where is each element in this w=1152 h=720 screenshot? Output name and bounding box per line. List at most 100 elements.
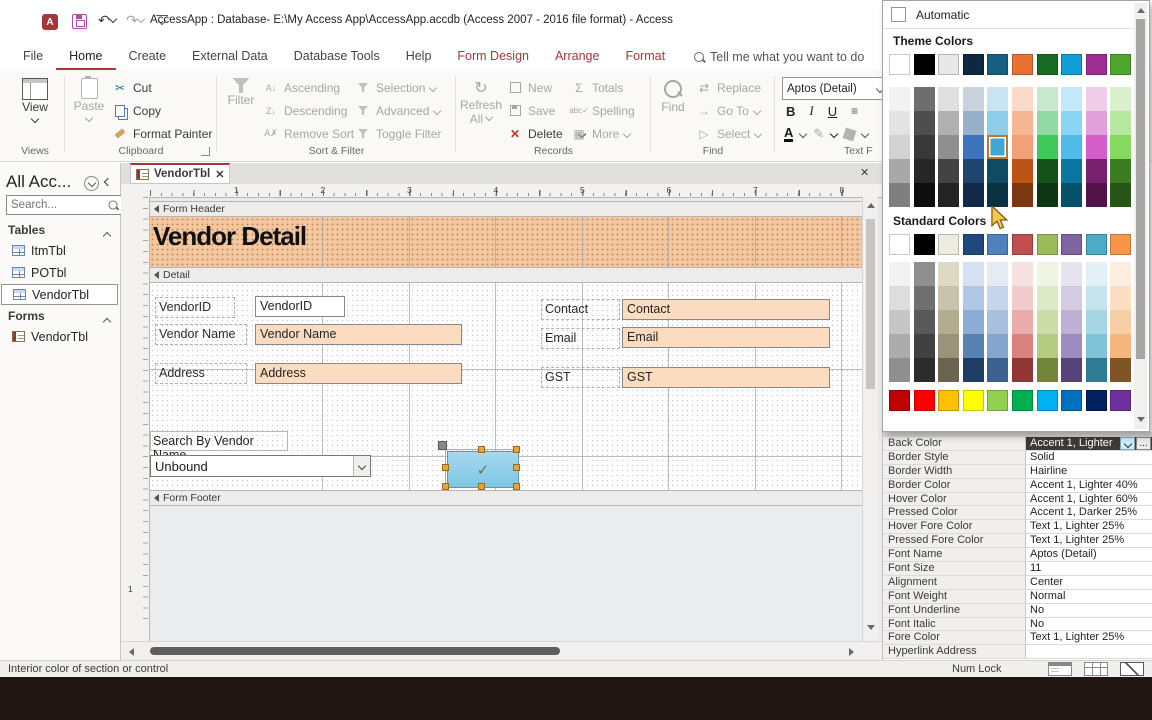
color-swatch[interactable] bbox=[1110, 310, 1132, 334]
property-value[interactable]: Accent 1, Lighter... bbox=[1025, 437, 1152, 451]
form-footer-section-bar[interactable]: Form Footer bbox=[150, 490, 862, 506]
color-swatch[interactable] bbox=[938, 310, 960, 334]
format-painter-button[interactable]: Format Painter bbox=[112, 122, 212, 145]
color-swatch[interactable] bbox=[1110, 262, 1132, 286]
color-swatch[interactable] bbox=[1110, 159, 1132, 183]
color-swatch[interactable] bbox=[962, 262, 984, 286]
sidebar-item-vendortbl[interactable]: VendorTbl bbox=[1, 284, 118, 305]
nav-group-forms[interactable]: Forms bbox=[8, 309, 45, 323]
italic-button[interactable]: I bbox=[809, 103, 813, 119]
color-swatch[interactable] bbox=[1085, 183, 1107, 207]
color-swatch[interactable] bbox=[913, 286, 935, 310]
property-row-fore-color[interactable]: Fore Color Text 1, Lighter 25% bbox=[883, 631, 1152, 646]
color-swatch[interactable] bbox=[889, 111, 910, 135]
color-swatch[interactable] bbox=[1110, 183, 1132, 207]
color-swatch[interactable] bbox=[913, 159, 935, 183]
color-swatch[interactable] bbox=[938, 159, 960, 183]
property-value[interactable]: No bbox=[1025, 603, 1152, 618]
property-row-pressed-color[interactable]: Pressed Color Accent 1, Darker 25% bbox=[883, 506, 1152, 521]
color-swatch[interactable] bbox=[962, 87, 984, 111]
shutter-bar-close-icon[interactable] bbox=[103, 177, 113, 191]
tell-me-box[interactable]: Tell me what you want to do bbox=[694, 44, 864, 70]
search-by-vendor-name-label[interactable]: Search By Vendor Name bbox=[150, 431, 288, 462]
sidebar-item-itmtbl[interactable]: ItmTbl bbox=[0, 240, 120, 261]
color-swatch[interactable] bbox=[913, 111, 935, 135]
color-swatch[interactable] bbox=[1011, 54, 1033, 75]
selection-handle[interactable] bbox=[513, 446, 520, 453]
property-row-border-style[interactable]: Border Style Solid bbox=[883, 450, 1152, 465]
color-swatch[interactable] bbox=[889, 310, 910, 334]
property-value[interactable]: Solid bbox=[1025, 450, 1152, 465]
color-swatch[interactable] bbox=[1011, 234, 1033, 255]
color-swatch[interactable] bbox=[1036, 334, 1058, 358]
color-swatch[interactable] bbox=[938, 54, 960, 75]
color-swatch[interactable] bbox=[987, 358, 1009, 382]
color-swatch[interactable] bbox=[913, 135, 935, 159]
color-swatch[interactable] bbox=[1110, 54, 1132, 75]
color-swatch[interactable] bbox=[962, 135, 984, 159]
field-textbox-vendorid[interactable]: VendorID bbox=[255, 296, 345, 317]
color-swatch[interactable] bbox=[1061, 111, 1083, 135]
color-swatch[interactable] bbox=[938, 183, 960, 207]
color-swatch[interactable] bbox=[1036, 54, 1058, 75]
color-swatch[interactable] bbox=[962, 390, 984, 411]
ribbon-tab-help[interactable]: Help bbox=[393, 44, 445, 70]
horizontal-scroll-thumb[interactable] bbox=[150, 647, 560, 655]
ribbon-tab-external-data[interactable]: External Data bbox=[179, 44, 281, 70]
vertical-scrollbar[interactable] bbox=[862, 197, 878, 641]
property-value[interactable]: No bbox=[1025, 617, 1152, 632]
underline-button[interactable]: U bbox=[828, 104, 837, 119]
color-swatch[interactable] bbox=[1011, 286, 1033, 310]
color-swatch[interactable] bbox=[962, 159, 984, 183]
color-swatch[interactable] bbox=[938, 286, 960, 310]
color-swatch[interactable] bbox=[889, 358, 910, 382]
color-swatch[interactable] bbox=[913, 358, 935, 382]
color-swatch[interactable] bbox=[938, 87, 960, 111]
color-swatch[interactable] bbox=[913, 390, 935, 411]
property-row-pressed-fore-color[interactable]: Pressed Fore Color Text 1, Lighter 25% bbox=[883, 534, 1152, 549]
color-swatch[interactable] bbox=[1085, 358, 1107, 382]
property-row-border-width[interactable]: Border Width Hairline bbox=[883, 464, 1152, 479]
fill-color-bucket-icon[interactable] bbox=[842, 127, 857, 141]
color-swatch[interactable] bbox=[1061, 310, 1083, 334]
font-name-combo[interactable]: Aptos (Detail) bbox=[782, 77, 888, 100]
color-swatch[interactable] bbox=[913, 310, 935, 334]
color-swatch[interactable] bbox=[938, 390, 960, 411]
form-view-icon[interactable] bbox=[1048, 662, 1072, 676]
dropdown-scrollbar[interactable] bbox=[1134, 3, 1147, 429]
horizontal-scrollbar[interactable] bbox=[121, 641, 882, 660]
color-swatch[interactable] bbox=[1011, 310, 1033, 334]
color-swatch[interactable] bbox=[938, 234, 960, 255]
color-swatch[interactable] bbox=[1085, 54, 1107, 75]
color-swatch[interactable] bbox=[1110, 358, 1132, 382]
color-swatch[interactable] bbox=[1061, 334, 1083, 358]
field-label-vendorid[interactable]: VendorID bbox=[155, 297, 235, 318]
color-swatch[interactable] bbox=[962, 54, 984, 75]
field-label-vendor-name[interactable]: Vendor Name bbox=[155, 324, 247, 345]
nav-group-tables[interactable]: Tables bbox=[8, 223, 45, 237]
color-swatch[interactable] bbox=[913, 262, 935, 286]
selection-handle[interactable] bbox=[442, 483, 449, 490]
color-swatch[interactable] bbox=[987, 54, 1009, 75]
color-swatch[interactable] bbox=[1085, 234, 1107, 255]
color-swatch[interactable] bbox=[962, 286, 984, 310]
color-swatch[interactable] bbox=[1036, 390, 1058, 411]
color-swatch[interactable] bbox=[1110, 87, 1132, 111]
selection-handle[interactable] bbox=[478, 483, 485, 490]
color-swatch[interactable] bbox=[938, 262, 960, 286]
field-textbox-email[interactable]: Email bbox=[622, 327, 830, 348]
color-swatch[interactable] bbox=[1036, 159, 1058, 183]
color-swatch[interactable] bbox=[1061, 234, 1083, 255]
color-swatch[interactable] bbox=[889, 390, 910, 411]
property-row-font-italic[interactable]: Font Italic No bbox=[883, 617, 1152, 632]
property-row-font-underline[interactable]: Font Underline No bbox=[883, 603, 1152, 618]
save-icon[interactable] bbox=[72, 14, 87, 29]
property-value[interactable]: Normal bbox=[1025, 589, 1152, 604]
color-swatch[interactable] bbox=[987, 183, 1009, 207]
color-swatch[interactable] bbox=[913, 87, 935, 111]
color-swatch[interactable] bbox=[913, 54, 935, 75]
color-swatch[interactable] bbox=[962, 334, 984, 358]
color-swatch[interactable] bbox=[1085, 87, 1107, 111]
color-swatch[interactable] bbox=[938, 334, 960, 358]
color-swatch[interactable] bbox=[1061, 183, 1083, 207]
